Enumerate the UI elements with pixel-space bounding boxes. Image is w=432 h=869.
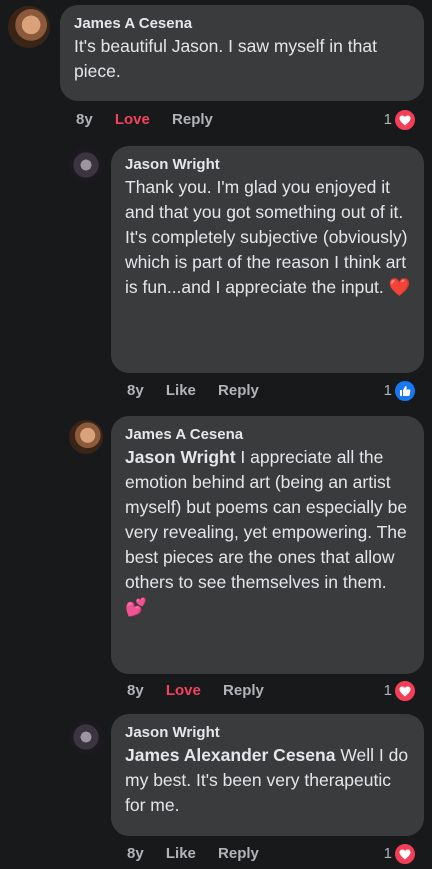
- avatar-jason[interactable]: [69, 148, 103, 182]
- like-button[interactable]: Like: [166, 382, 196, 399]
- comment-text: Jason Wright I appreciate all the emotio…: [125, 445, 412, 620]
- avatar-jason[interactable]: [69, 720, 103, 754]
- comment-actions: 8y Like Reply: [127, 381, 277, 401]
- love-button[interactable]: Love: [115, 111, 150, 128]
- reply-button[interactable]: Reply: [218, 382, 259, 399]
- comment-text: James Alexander Cesena Well I do my best…: [125, 743, 412, 818]
- mention-link[interactable]: James Alexander Cesena: [125, 745, 335, 765]
- heart-emoji: ❤️: [388, 277, 411, 297]
- comment-text: It's beautiful Jason. I saw myself in th…: [74, 36, 377, 81]
- love-button[interactable]: Love: [166, 682, 201, 699]
- reaction-count[interactable]: 1: [372, 381, 392, 401]
- comment-author[interactable]: James A Cesena: [74, 14, 412, 33]
- comment-body: I appreciate all the emotion behind art …: [125, 447, 408, 592]
- reply-button[interactable]: Reply: [223, 682, 264, 699]
- comment-bubble: Jason Wright Thank you. I'm glad you enj…: [111, 146, 424, 373]
- like-button[interactable]: Like: [166, 845, 196, 862]
- reply-button[interactable]: Reply: [218, 845, 259, 862]
- reply-button[interactable]: Reply: [172, 111, 213, 128]
- comment-actions: 8y Like Reply: [127, 844, 277, 864]
- comment-actions: 8y Love Reply: [76, 110, 231, 130]
- comment-author[interactable]: Jason Wright: [125, 723, 412, 742]
- reaction-count[interactable]: 1: [372, 844, 392, 864]
- heart-icon[interactable]: [393, 679, 417, 703]
- reaction-count[interactable]: 1: [372, 681, 392, 701]
- reaction-count[interactable]: 1: [372, 110, 392, 130]
- comment-time[interactable]: 8y: [127, 382, 144, 399]
- comment-bubble: James A Cesena It's beautiful Jason. I s…: [60, 5, 424, 101]
- comment-bubble: Jason Wright James Alexander Cesena Well…: [111, 714, 424, 836]
- avatar-james[interactable]: [8, 6, 50, 48]
- comment-author[interactable]: Jason Wright: [125, 155, 412, 174]
- heart-icon[interactable]: [393, 842, 417, 866]
- heart-icon[interactable]: [393, 108, 417, 132]
- comment-time[interactable]: 8y: [127, 682, 144, 699]
- comment-bubble: James A Cesena Jason Wright I appreciate…: [111, 416, 424, 674]
- like-icon[interactable]: [393, 379, 417, 403]
- comment-actions: 8y Love Reply: [127, 681, 282, 701]
- comment-time[interactable]: 8y: [76, 111, 93, 128]
- avatar-james[interactable]: [69, 420, 103, 454]
- mention-link[interactable]: Jason Wright: [125, 447, 236, 467]
- comment-text: Thank you. I'm glad you enjoyed it and t…: [125, 175, 412, 300]
- comment-author[interactable]: James A Cesena: [125, 425, 412, 444]
- comment-time[interactable]: 8y: [127, 845, 144, 862]
- comment-body: Thank you. I'm glad you enjoyed it and t…: [125, 177, 408, 297]
- hearts-emoji: 💕: [125, 597, 147, 617]
